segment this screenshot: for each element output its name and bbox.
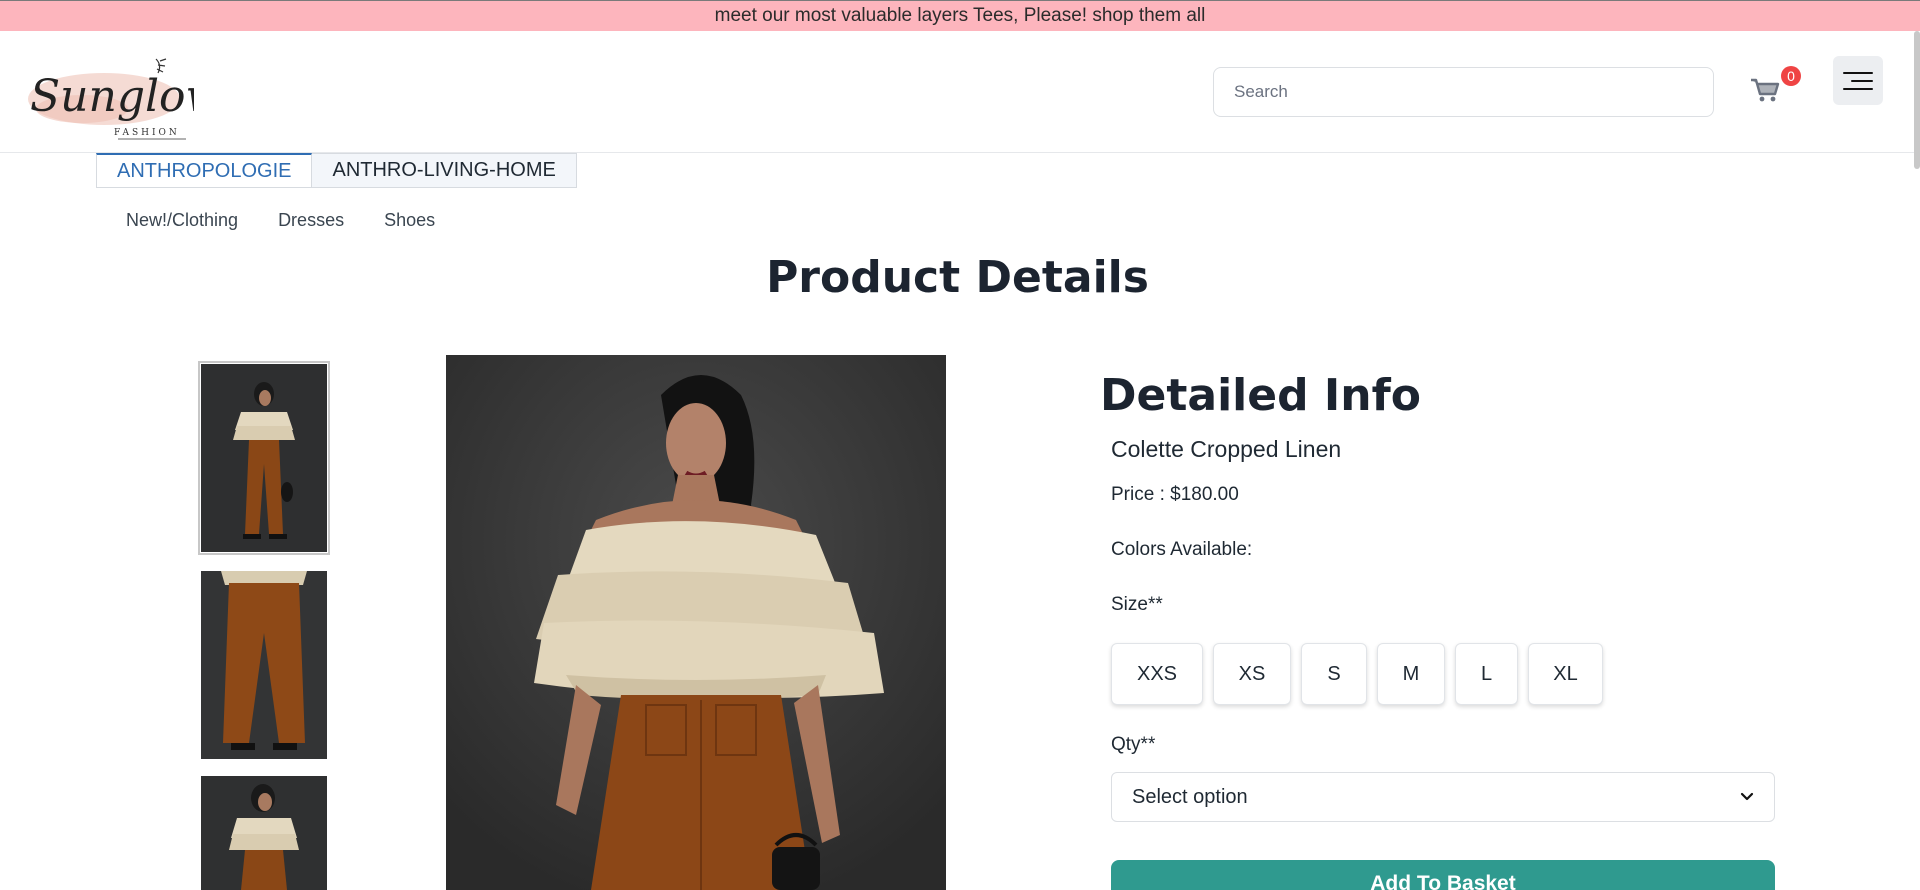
size-options: XXS XS S M L XL [1111,643,1603,705]
detail-section-title: Detailed Info [1100,370,1421,421]
search-input[interactable] [1213,67,1714,117]
product-thumbnail[interactable] [201,571,327,759]
tab-anthropologie[interactable]: ANTHROPOLOGIE [96,153,313,188]
hamburger-icon-line [1843,87,1873,90]
product-main-image[interactable] [446,355,946,890]
add-to-basket-button[interactable]: Add To Basket [1111,860,1775,890]
logo-tagline: FASHION [114,128,180,138]
logo[interactable]: Sunglow FASHION [26,51,223,141]
size-label: Size** [1111,594,1163,615]
announcement-text: meet our most valuable layers Tees, Plea… [714,5,1206,26]
page-scrollbar[interactable] [1914,31,1920,169]
nav-link-new-clothing[interactable]: New!/Clothing [126,210,238,231]
logo-wordmark: Sunglow [30,71,194,122]
cart-count-badge: 0 [1781,66,1801,86]
tab-label: ANTHRO-LIVING-HOME [332,159,556,181]
page-title: Product Details [766,252,1149,303]
hamburger-icon-line [1851,79,1873,82]
product-thumbnail[interactable] [201,776,327,890]
qty-select[interactable]: Select option [1111,772,1775,822]
product-thumbnail[interactable] [198,361,330,555]
menu-button[interactable] [1833,56,1883,105]
colors-available-label: Colors Available: [1111,539,1253,560]
qty-select-value: Select option [1132,785,1248,808]
hamburger-icon [1843,71,1873,74]
tab-anthro-living-home[interactable]: ANTHRO-LIVING-HOME [312,153,577,188]
size-option-l[interactable]: L [1455,643,1518,705]
store-tabs: ANTHROPOLOGIE ANTHRO-LIVING-HOME [96,153,577,188]
category-nav: New!/Clothing Dresses Shoes [126,210,435,231]
nav-link-dresses[interactable]: Dresses [278,210,344,231]
chevron-down-icon [1740,792,1754,801]
size-option-s[interactable]: S [1301,643,1367,705]
cart-button[interactable]: 0 [1748,65,1804,115]
announcement-bar: meet our most valuable layers Tees, Plea… [0,0,1920,31]
tab-label: ANTHROPOLOGIE [117,159,292,182]
product-price: Price : $180.00 [1111,484,1239,505]
size-option-xl[interactable]: XL [1528,643,1603,705]
cart-icon [1751,78,1780,102]
nav-link-shoes[interactable]: Shoes [384,210,435,231]
size-option-m[interactable]: M [1377,643,1445,705]
size-option-xxs[interactable]: XXS [1111,643,1203,705]
product-name: Colette Cropped Linen [1111,436,1342,462]
size-option-xs[interactable]: XS [1213,643,1291,705]
site-header: Sunglow FASHION 0 [0,31,1920,153]
qty-label: Qty** [1111,734,1156,755]
